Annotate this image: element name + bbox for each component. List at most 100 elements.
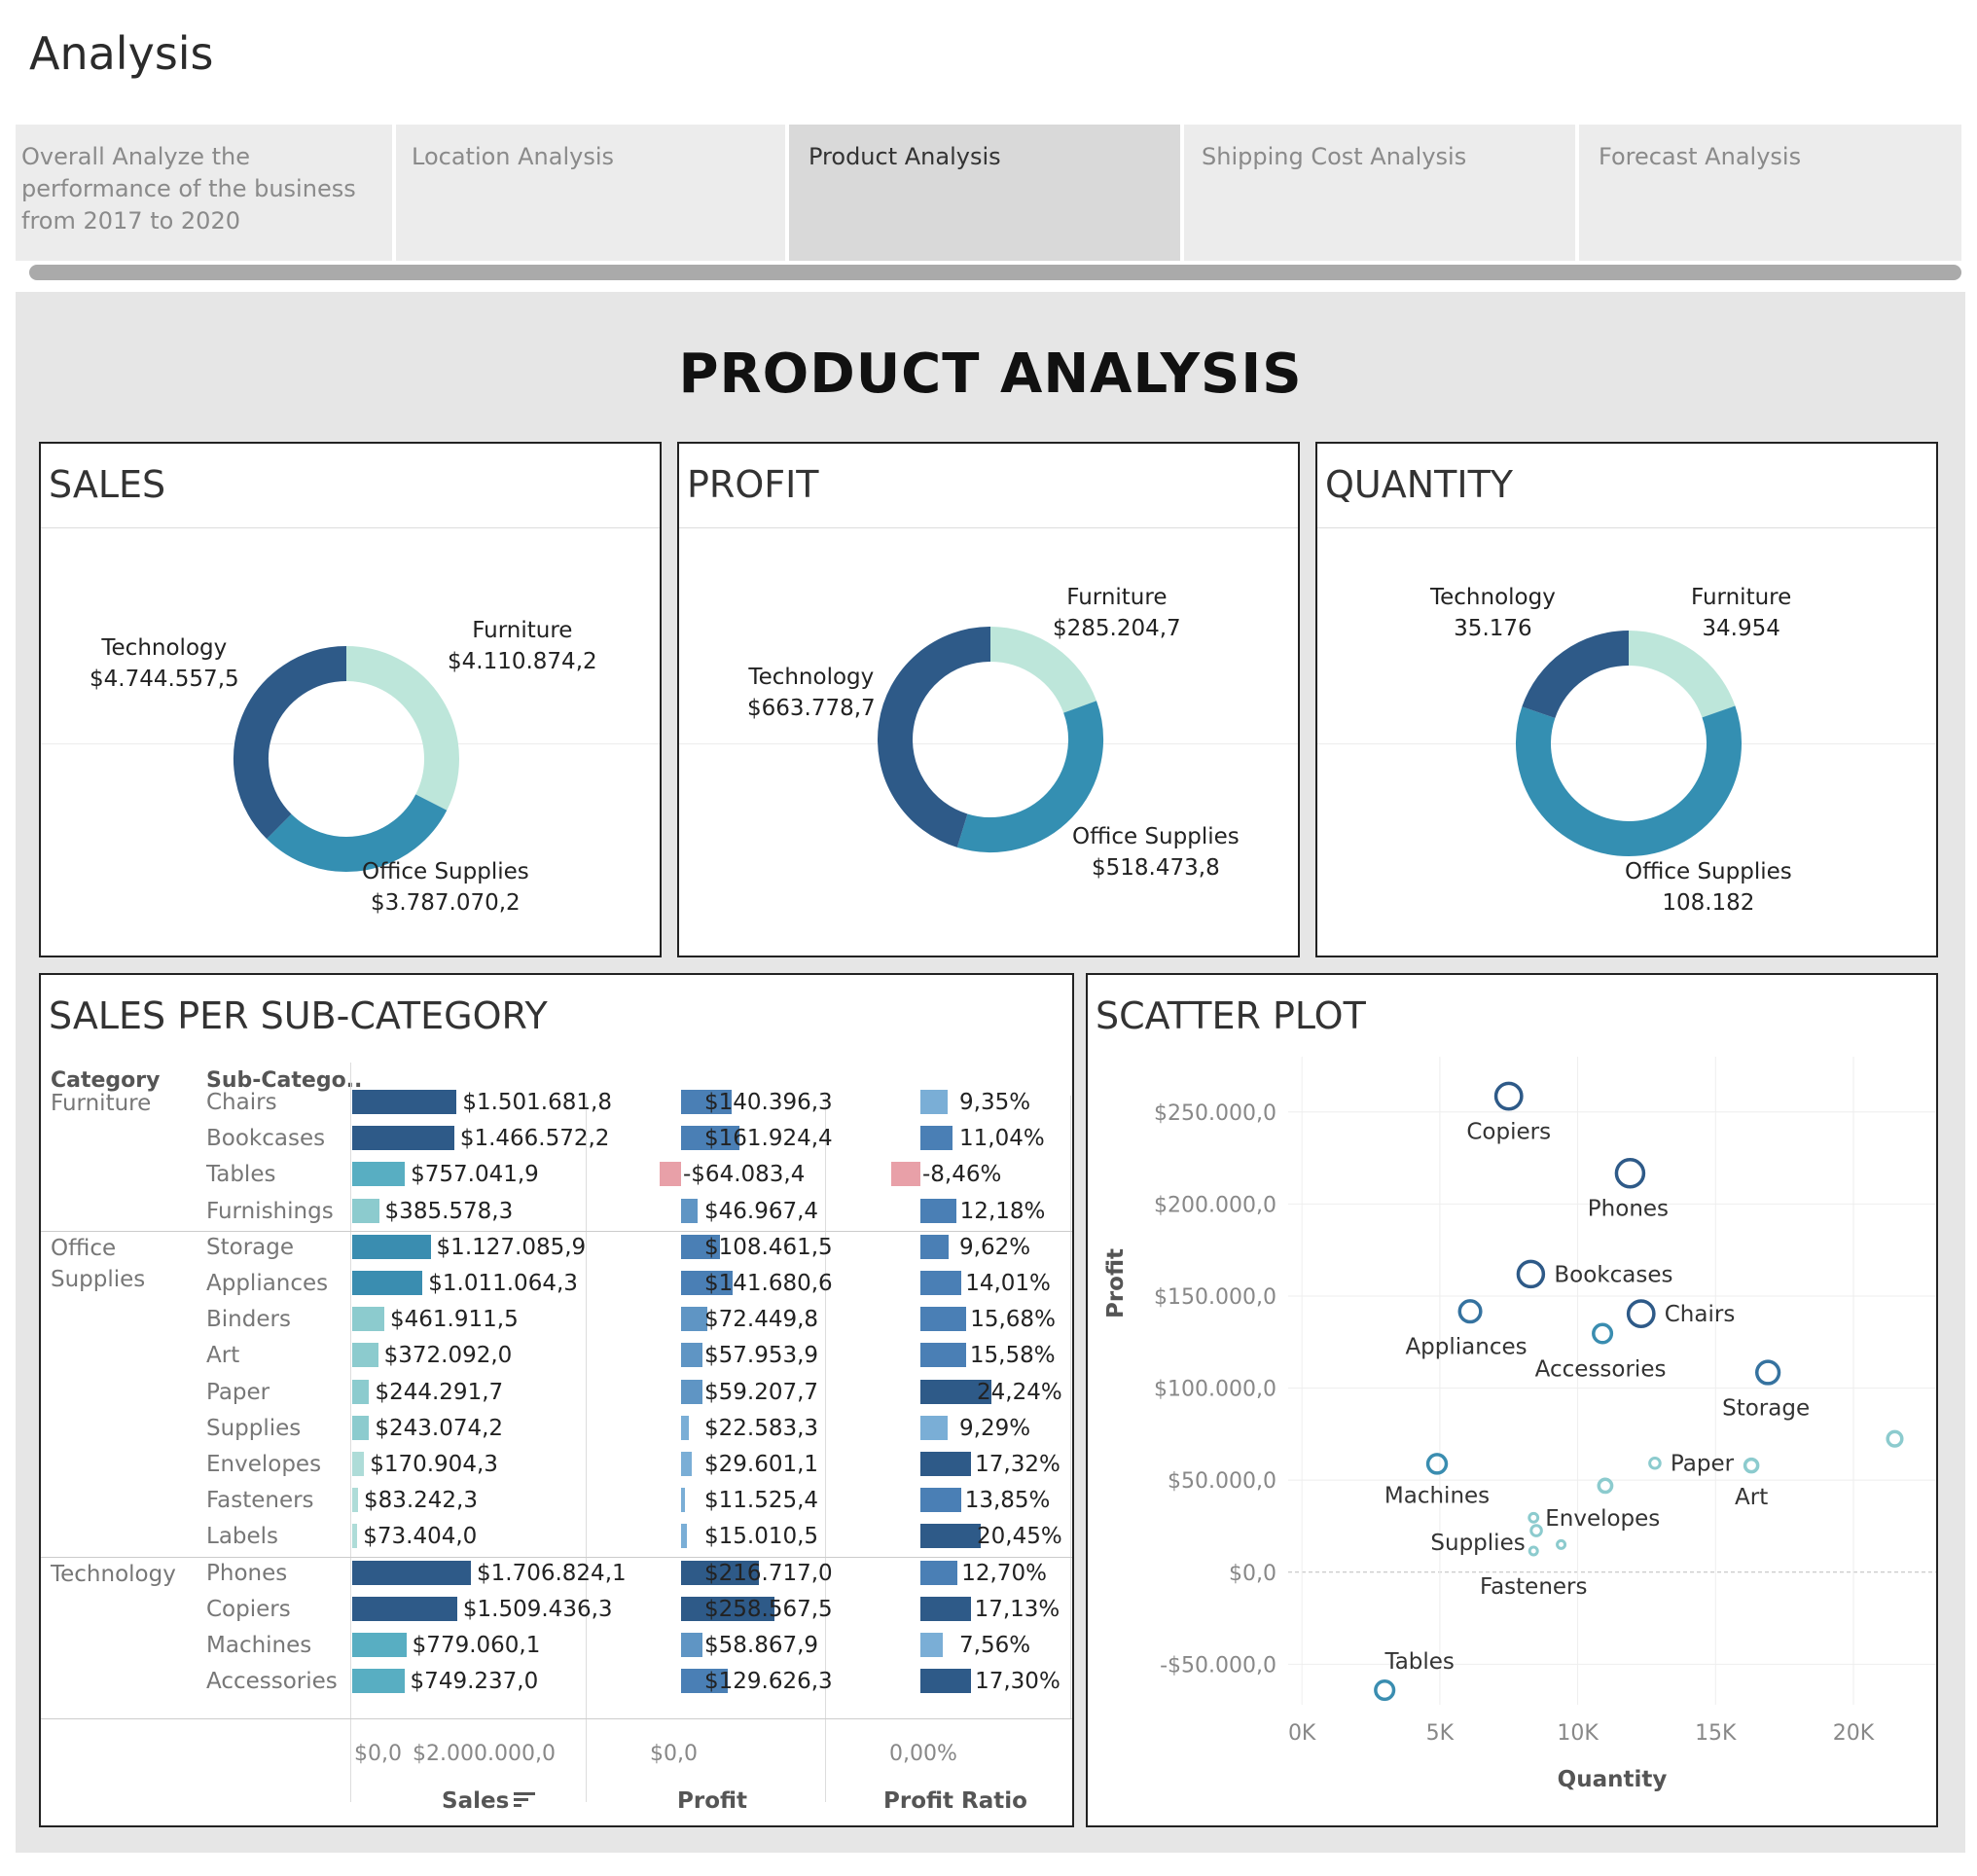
sales-bar[interactable] [352,1271,423,1295]
profit-axis-tick: $0,0 [650,1742,698,1766]
profit-bar[interactable] [681,1307,707,1332]
donut-segment-office-supplies[interactable] [1516,705,1742,856]
sales-value-label: $757.041,9 [411,1162,539,1188]
subcategory-label: Labels [206,1524,279,1550]
subcategory-label: Tables [206,1162,276,1188]
tab-overall[interactable]: Overall Analyze the performance of the b… [16,125,392,261]
profit-ratio-bar[interactable] [920,1234,949,1259]
donut-segment-furniture[interactable] [345,646,459,811]
subcategory-panel-title: SALES PER SUB-CATEGORY [49,994,548,1037]
profit-ratio-bar[interactable] [920,1307,967,1332]
profit-value-label: $108.461,5 [704,1234,833,1260]
sales-bar[interactable] [352,1488,358,1513]
sort-descending-icon[interactable] [514,1792,535,1808]
sales-bar[interactable] [352,1126,454,1151]
profit-ratio-bar[interactable] [920,1126,953,1151]
category-label: Technology [51,1561,176,1587]
scatter-point-label: Copiers [1466,1120,1551,1145]
sales-donut-panel: SALES Technology $4.744.557,5 Furniture $4… [39,442,662,957]
donut-segment-technology[interactable] [234,646,347,840]
profit-ratio-value-label: 11,04% [959,1126,1045,1152]
profit-ratio-bar[interactable] [920,1198,956,1223]
sales-bar[interactable] [352,1669,405,1694]
profit-ratio-value-label: 9,29% [959,1415,1031,1441]
donut-segment-office-supplies[interactable] [267,793,448,872]
tab-label: Shipping Cost Analysis [1202,143,1467,170]
donut-label-furniture: Furniture $285.204,7 [1053,585,1181,641]
scatter-point-label: Storage [1722,1396,1810,1422]
tab-product-analysis[interactable]: Product Analysis [789,125,1180,261]
sales-bar[interactable] [352,1198,379,1223]
profit-ratio-bar[interactable] [920,1415,948,1440]
sales-bar[interactable] [352,1307,385,1332]
profit-ratio-bar[interactable] [920,1343,966,1368]
tab-label: Forecast Analysis [1599,143,1802,170]
donut-segment-office-supplies[interactable] [956,701,1103,852]
sales-bar[interactable] [352,1560,471,1585]
profit-bar[interactable] [681,1524,687,1549]
sales-bar[interactable] [352,1090,457,1114]
donut-segment-technology[interactable] [878,627,991,848]
profit-bar[interactable] [681,1198,699,1223]
profit-ratio-bar[interactable] [920,1452,972,1476]
profit-ratio-bar[interactable] [920,1271,962,1295]
profit-ratio-bar[interactable] [891,1162,920,1187]
tab-forecast-analysis[interactable]: Forecast Analysis [1579,125,1961,261]
profit-value-label: $15.010,5 [704,1524,819,1550]
donut-segment-technology[interactable] [1522,631,1630,719]
donut-segment-furniture[interactable] [1628,631,1736,718]
sales-bar[interactable] [352,1162,406,1187]
profit-ratio-bar[interactable] [920,1560,958,1585]
profit-bar[interactable] [681,1633,702,1657]
sales-value-label: $749.237,0 [410,1669,539,1695]
profit-ratio-value-label: 7,56% [959,1633,1031,1658]
profit-ratio-bar[interactable] [920,1596,971,1621]
profit-ratio-bar[interactable] [920,1633,943,1657]
sales-bar[interactable] [352,1524,358,1549]
sales-bar[interactable] [352,1343,378,1368]
category-label: Office Supplies [51,1235,146,1292]
donut-label-technology: Technology 35.176 [1430,585,1556,641]
subcategory-label: Envelopes [206,1452,322,1477]
donut-segment-furniture[interactable] [989,627,1096,714]
subcategory-label: Fasteners [206,1488,314,1514]
sales-bar[interactable] [352,1415,370,1440]
profit-ratio-value-label: 17,30% [975,1669,1060,1695]
profit-value-label: $29.601,1 [704,1452,819,1477]
profit-bar[interactable] [681,1488,686,1513]
subcategory-label: Accessories [206,1669,338,1695]
x-axis-title: Quantity [1558,1767,1668,1792]
sales-bar[interactable] [352,1452,365,1476]
sales-bar[interactable] [352,1234,431,1259]
profit-bar[interactable] [681,1379,702,1404]
profit-bar[interactable] [681,1452,692,1476]
profit-bar[interactable] [681,1415,690,1440]
sales-bar[interactable] [352,1596,457,1621]
profit-bar[interactable] [660,1162,681,1187]
x-tick-label: 20K [1833,1721,1875,1746]
x-tick-label: 15K [1695,1721,1737,1746]
profit-value-label: $57.953,9 [704,1343,819,1369]
sales-bar[interactable] [352,1633,407,1657]
profit-value-label: $11.525,4 [704,1488,819,1514]
donut-label-furniture: Furniture 34.954 [1691,585,1792,641]
scatter-plot-panel: SCATTER PLOT $250.000,0 $200.000,0 $150.00… [1086,973,1938,1827]
profit-ratio-bar[interactable] [920,1090,949,1114]
scatter-point-label: Tables [1384,1649,1454,1675]
sales-value-label: $1.466.572,2 [459,1126,610,1152]
profit-ratio-bar[interactable] [920,1524,981,1549]
tab-location-analysis[interactable]: Location Analysis [396,125,785,261]
profit-ratio-bar[interactable] [920,1669,972,1694]
subcategory-label: Furnishings [206,1198,334,1224]
subcategory-label: Chairs [206,1090,277,1115]
profit-ratio-bar[interactable] [920,1488,961,1513]
profit-donut-panel: PROFIT Technology $663.778,7 Furniture $28… [677,442,1300,957]
profit-ratio-value-label: 12,70% [961,1560,1047,1586]
scatter-point-label: Chairs [1665,1302,1736,1327]
donut-label-office-supplies: Office Supplies $3.787.070,2 [362,859,529,916]
tab-shipping-cost-analysis[interactable]: Shipping Cost Analysis [1184,125,1575,261]
profit-bar[interactable] [681,1343,702,1368]
tab-scrollbar[interactable] [29,265,1961,280]
subcategory-label: Appliances [206,1271,329,1296]
sales-bar[interactable] [352,1379,370,1404]
